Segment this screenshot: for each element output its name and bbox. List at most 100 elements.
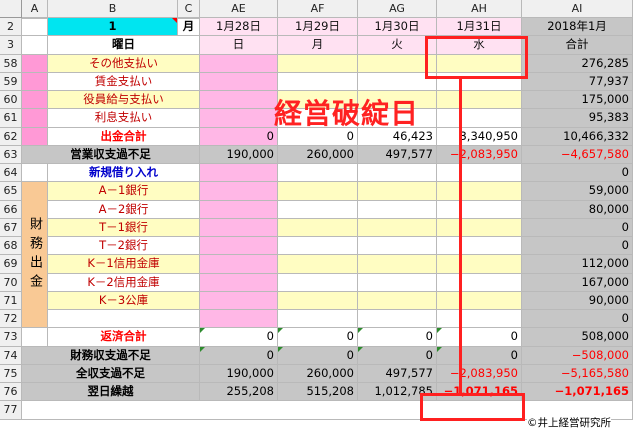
value-cell[interactable]: 0 xyxy=(522,219,633,237)
total-label[interactable]: 合計 xyxy=(522,36,633,55)
value-cell[interactable]: −2,083,950 xyxy=(437,146,522,164)
column-header-ae[interactable]: AE xyxy=(200,0,278,18)
value-cell[interactable]: 0 xyxy=(278,347,358,365)
value-cell[interactable] xyxy=(200,73,278,91)
value-cell[interactable] xyxy=(437,310,522,328)
value-cell[interactable] xyxy=(278,182,358,201)
row-label[interactable]: 返済合計 xyxy=(48,328,200,347)
value-cell[interactable]: 0 xyxy=(522,237,633,255)
value-cell[interactable] xyxy=(200,182,278,201)
row-label[interactable]: 賃金支払い xyxy=(48,73,200,91)
value-cell[interactable] xyxy=(200,292,278,310)
value-cell[interactable] xyxy=(200,274,278,292)
weekday-label[interactable]: 曜日 xyxy=(48,36,200,55)
total-month-header[interactable]: 2018年1月 xyxy=(522,18,633,36)
row-label[interactable]: K－1信用金庫 xyxy=(48,255,200,274)
row-header-68[interactable]: 68 xyxy=(0,237,22,255)
value-cell[interactable]: 508,000 xyxy=(522,328,633,347)
value-cell[interactable]: 167,000 xyxy=(522,274,633,292)
row-header-67[interactable]: 67 xyxy=(0,219,22,237)
value-cell[interactable] xyxy=(200,164,278,182)
cell-a3[interactable] xyxy=(22,36,48,55)
column-header-a[interactable]: A xyxy=(22,0,48,18)
value-cell[interactable] xyxy=(437,91,522,109)
value-cell[interactable] xyxy=(200,310,278,328)
value-cell[interactable]: 95,383 xyxy=(522,109,633,128)
row-header-70[interactable]: 70 xyxy=(0,274,22,292)
row-header-73[interactable]: 73 xyxy=(0,328,22,347)
value-cell[interactable] xyxy=(437,182,522,201)
month-unit-cell[interactable]: 月 xyxy=(178,18,200,36)
value-cell[interactable] xyxy=(358,201,437,219)
row-label[interactable]: 財務収支過不足 xyxy=(22,347,200,365)
value-cell[interactable] xyxy=(437,237,522,255)
row-header-64[interactable]: 64 xyxy=(0,164,22,182)
row-header-2[interactable]: 2 xyxy=(0,18,22,36)
row-label[interactable]: K－2信用金庫 xyxy=(48,274,200,292)
value-cell[interactable] xyxy=(437,274,522,292)
value-cell[interactable] xyxy=(437,292,522,310)
value-cell[interactable] xyxy=(358,237,437,255)
value-cell[interactable] xyxy=(278,164,358,182)
value-cell[interactable] xyxy=(358,255,437,274)
value-cell[interactable]: 59,000 xyxy=(522,182,633,201)
row-header-59[interactable]: 59 xyxy=(0,73,22,91)
row-header-66[interactable]: 66 xyxy=(0,201,22,219)
value-cell[interactable] xyxy=(358,310,437,328)
row-header-63[interactable]: 63 xyxy=(0,146,22,164)
value-cell[interactable] xyxy=(278,201,358,219)
value-cell[interactable] xyxy=(200,109,278,128)
row-header-72[interactable]: 72 xyxy=(0,310,22,328)
value-cell[interactable]: 0 xyxy=(358,347,437,365)
value-cell[interactable] xyxy=(278,292,358,310)
value-cell[interactable] xyxy=(278,73,358,91)
cell-a[interactable] xyxy=(22,164,48,182)
row-label[interactable]: A－2銀行 xyxy=(48,201,200,219)
column-header-b[interactable]: B xyxy=(48,0,178,18)
row-header-75[interactable]: 75 xyxy=(0,365,22,383)
row-label[interactable]: A－1銀行 xyxy=(48,182,200,201)
date-header-2[interactable]: 1月30日 xyxy=(358,18,437,36)
value-cell[interactable]: 0 xyxy=(200,128,278,146)
value-cell[interactable] xyxy=(358,219,437,237)
value-cell[interactable]: 3,340,950 xyxy=(437,128,522,146)
value-cell[interactable]: 112,000 xyxy=(522,255,633,274)
value-cell[interactable]: 0 xyxy=(358,328,437,347)
value-cell[interactable]: 10,466,332 xyxy=(522,128,633,146)
column-header-ai[interactable]: AI xyxy=(522,0,633,18)
row-label[interactable]: 出金合計 xyxy=(48,128,200,146)
row-label[interactable] xyxy=(48,310,200,328)
row-header-69[interactable]: 69 xyxy=(0,255,22,274)
value-cell[interactable] xyxy=(200,55,278,73)
month-cell[interactable]: 1 xyxy=(48,18,178,36)
column-header-ag[interactable]: AG xyxy=(358,0,437,18)
row-label[interactable]: K－3公庫 xyxy=(48,292,200,310)
row-header-62[interactable]: 62 xyxy=(0,128,22,146)
row-header-76[interactable]: 76 xyxy=(0,383,22,401)
value-cell[interactable]: 0 xyxy=(278,328,358,347)
row-label[interactable]: 役員給与支払い xyxy=(48,91,200,109)
column-header-c[interactable]: C xyxy=(178,0,200,18)
value-cell[interactable]: 0 xyxy=(522,310,633,328)
value-cell[interactable] xyxy=(358,182,437,201)
row-label[interactable]: 利息支払い xyxy=(48,109,200,128)
weekday-0[interactable]: 日 xyxy=(200,36,278,55)
value-cell[interactable] xyxy=(358,274,437,292)
value-cell[interactable] xyxy=(200,201,278,219)
date-header-0[interactable]: 1月28日 xyxy=(200,18,278,36)
date-header-1[interactable]: 1月29日 xyxy=(278,18,358,36)
value-cell[interactable] xyxy=(278,310,358,328)
value-cell[interactable]: 0 xyxy=(437,328,522,347)
row-label[interactable]: T－1銀行 xyxy=(48,219,200,237)
value-cell[interactable]: 515,208 xyxy=(278,383,358,401)
value-cell[interactable]: 497,577 xyxy=(358,365,437,383)
value-cell[interactable]: 260,000 xyxy=(278,146,358,164)
value-cell[interactable] xyxy=(358,164,437,182)
value-cell[interactable]: 190,000 xyxy=(200,146,278,164)
row-header-65[interactable]: 65 xyxy=(0,182,22,201)
value-cell[interactable]: 0 xyxy=(522,164,633,182)
row-label[interactable]: 営業収支過不足 xyxy=(22,146,200,164)
value-cell[interactable]: −508,000 xyxy=(522,347,633,365)
value-cell[interactable] xyxy=(200,91,278,109)
value-cell[interactable] xyxy=(200,219,278,237)
